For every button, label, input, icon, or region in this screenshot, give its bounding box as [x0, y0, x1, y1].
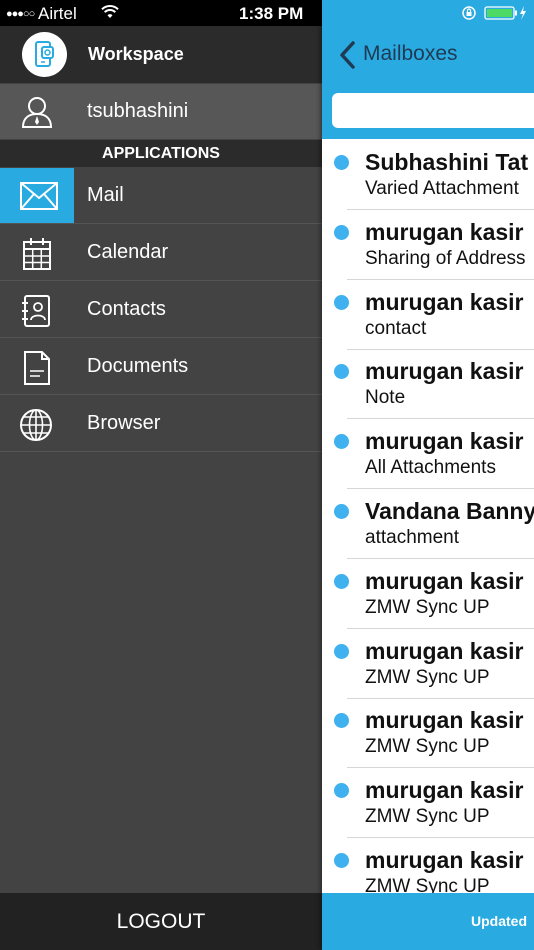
mail-sender: murugan kasir — [365, 777, 524, 804]
app-title: Workspace — [88, 44, 184, 64]
unread-dot-icon — [334, 783, 349, 799]
nav-item-label: Documents — [87, 355, 189, 377]
divider — [0, 394, 322, 395]
mail-subject: ZMW Sync UP — [365, 736, 490, 758]
document-icon — [0, 339, 74, 395]
signal-strength-icon: ●●●○○ — [6, 8, 35, 20]
nav-item-calendar[interactable]: Calendar — [0, 225, 322, 281]
unread-dot-icon — [334, 573, 349, 589]
nav-item-contacts[interactable]: Contacts — [0, 282, 322, 338]
nav-item-label: Contacts — [87, 298, 166, 320]
user-profile[interactable]: tsubhashini — [0, 84, 322, 139]
mail-row[interactable]: murugan kasir contact — [322, 280, 534, 350]
workspace-header: Workspace — [0, 26, 322, 83]
nav-item-documents[interactable]: Documents — [0, 339, 322, 395]
contacts-icon — [0, 282, 74, 338]
unread-dot-icon — [334, 434, 349, 450]
unread-dot-icon — [334, 294, 349, 310]
workspace-logo-icon — [22, 32, 67, 77]
mail-sender: murugan kasir — [365, 707, 524, 734]
mail-sender: murugan kasir — [365, 288, 524, 315]
mail-row[interactable]: murugan kasir ZMW Sync UP — [322, 768, 534, 839]
carrier-info: ●●●○○ Airtel — [6, 4, 77, 24]
nav-item-browser[interactable]: Browser — [0, 396, 322, 452]
mail-toolbar: Updated — [322, 893, 534, 950]
mail-row[interactable]: Vandana Banny attachment — [322, 489, 534, 559]
charging-icon — [520, 6, 526, 20]
mail-subject: contact — [365, 317, 427, 339]
divider — [0, 337, 322, 338]
nav-item-label: Mail — [87, 184, 124, 206]
orientation-lock-icon — [462, 6, 476, 20]
mail-subject: Varied Attachment — [365, 178, 519, 199]
nav-item-label: Calendar — [87, 241, 169, 263]
unread-dot-icon — [334, 364, 349, 380]
mail-subject: All Attachments — [365, 457, 496, 479]
unread-dot-icon — [334, 224, 349, 240]
mail-sender: murugan kasir — [365, 358, 524, 385]
user-icon — [20, 95, 54, 134]
status-time: 1:38 PM — [239, 4, 304, 23]
mail-sender: murugan kasir — [365, 637, 524, 664]
mail-icon — [0, 168, 74, 224]
navigation-drawer: ●●●○○ Airtel 1:38 PM Workspace tsubhashi… — [0, 0, 322, 950]
mail-row[interactable]: murugan kasir Sharing of Address — [322, 210, 534, 280]
mail-subject: Sharing of Address — [365, 247, 526, 269]
mail-sender: murugan kasir — [365, 428, 524, 455]
mail-row[interactable]: murugan kasir ZMW Sync UP — [322, 629, 534, 699]
unread-dot-icon — [334, 853, 349, 868]
battery-icon — [484, 6, 517, 20]
logout-button[interactable]: LOGOUT — [0, 893, 322, 950]
mail-row[interactable]: murugan kasir ZMW Sync UP — [322, 559, 534, 629]
unread-dot-icon — [334, 504, 349, 519]
divider — [0, 280, 322, 281]
status-bar: ●●●○○ Airtel 1:38 PM — [0, 0, 322, 26]
mail-sender: murugan kasir — [365, 218, 524, 245]
back-button[interactable]: Mailboxes — [363, 42, 458, 66]
status-icons — [462, 5, 528, 26]
mail-row[interactable]: murugan kasir Note — [322, 349, 534, 420]
mail-subject: Note — [365, 387, 406, 409]
unread-dot-icon — [334, 155, 349, 170]
chevron-left-icon[interactable] — [338, 41, 356, 74]
divider — [0, 223, 322, 224]
mail-sender: murugan kasir — [365, 567, 524, 594]
mail-sender: murugan kasir — [365, 847, 524, 873]
mail-row[interactable]: murugan kasir All Attachments — [322, 419, 534, 490]
mail-subject: attachment — [365, 527, 459, 548]
mail-sender: Subhashini Tat — [365, 149, 529, 175]
mail-subject: ZMW Sync UP — [365, 806, 490, 828]
username-label: tsubhashini — [87, 100, 189, 122]
divider — [0, 451, 322, 452]
unread-dot-icon — [334, 643, 349, 659]
unread-dot-icon — [334, 713, 349, 729]
carrier-name: Airtel — [38, 4, 77, 23]
mail-navigation-bar: Mailboxes — [322, 0, 534, 139]
nav-item-mail[interactable]: Mail — [0, 168, 322, 224]
mail-subject: ZMW Sync UP — [365, 666, 490, 688]
globe-icon — [0, 396, 74, 452]
nav-item-label: Browser — [87, 412, 161, 434]
search-input[interactable] — [332, 93, 534, 128]
mail-list-panel[interactable]: Mailboxes Subhashini Tat Varied Attachmen… — [322, 0, 534, 950]
calendar-icon — [0, 225, 74, 281]
wifi-icon — [101, 4, 119, 24]
mail-subject: ZMW Sync UP — [365, 596, 490, 618]
sync-status: Updated — [471, 913, 527, 929]
mail-sender: Vandana Banny — [365, 498, 534, 524]
mail-row[interactable]: Subhashini Tat Varied Attachment — [322, 140, 534, 210]
mail-row[interactable]: murugan kasir ZMW Sync UP — [322, 698, 534, 769]
applications-section-header: APPLICATIONS — [0, 140, 322, 167]
